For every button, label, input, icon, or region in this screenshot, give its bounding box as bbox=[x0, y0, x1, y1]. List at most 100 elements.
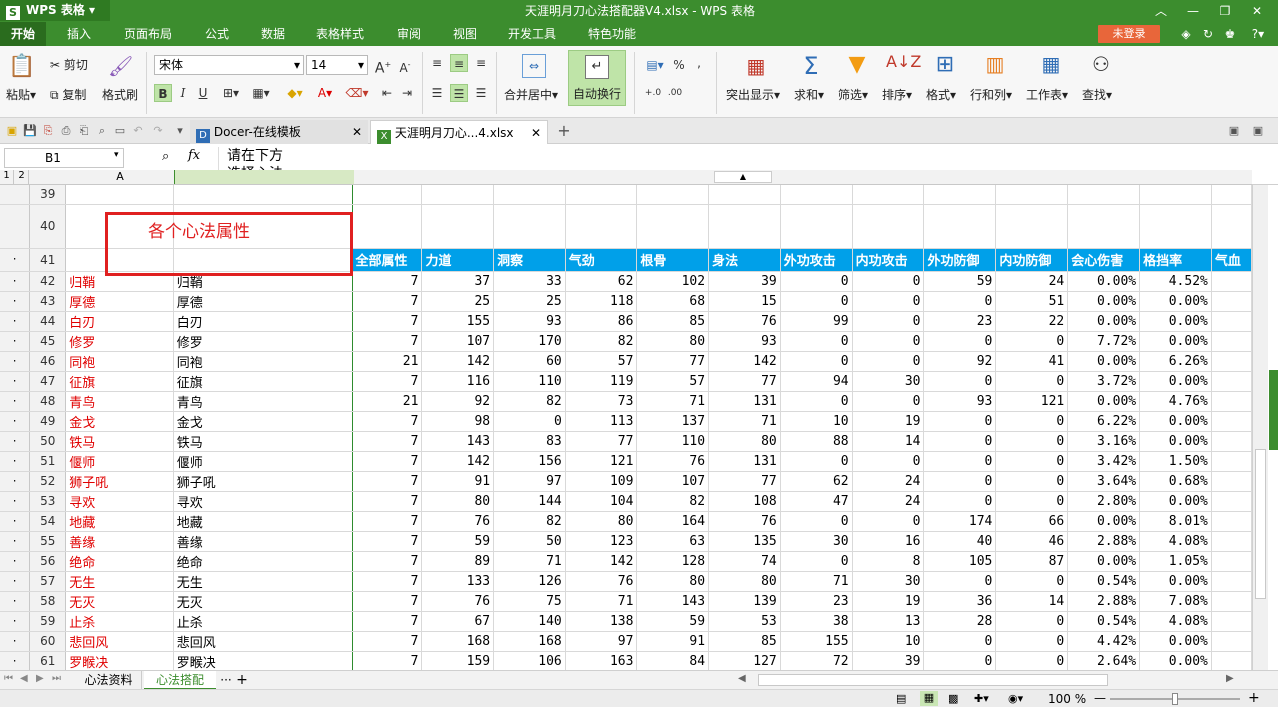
data-cell[interactable]: 7 bbox=[352, 331, 423, 352]
data-cell[interactable]: 0.54% bbox=[1067, 571, 1141, 592]
cell-a[interactable]: 罗睺决 bbox=[65, 651, 174, 670]
increase-font-icon[interactable]: A+ bbox=[374, 56, 392, 77]
cell-a[interactable]: 无生 bbox=[65, 571, 174, 592]
data-cell[interactable]: 0.00% bbox=[1139, 291, 1212, 312]
tab-view[interactable]: 视图 bbox=[442, 22, 488, 46]
data-cell[interactable]: 2.88% bbox=[1067, 591, 1141, 612]
data-cell[interactable]: 7 bbox=[352, 311, 423, 332]
data-cell[interactable]: 6.26% bbox=[1139, 351, 1212, 372]
empty-cell[interactable] bbox=[1211, 571, 1252, 592]
empty-cell[interactable] bbox=[1211, 511, 1252, 532]
tab-data[interactable]: 数据 bbox=[250, 22, 296, 46]
data-cell[interactable]: 7 bbox=[352, 431, 423, 452]
column-title[interactable]: 内功攻击 bbox=[852, 248, 925, 272]
row-header[interactable]: 41 bbox=[29, 248, 67, 272]
skin-icon[interactable]: ◈ bbox=[1178, 26, 1194, 42]
tab-developer[interactable]: 开发工具 bbox=[500, 22, 564, 46]
font-color-icon[interactable]: A▾ bbox=[312, 84, 338, 102]
data-cell[interactable]: 83 bbox=[493, 431, 566, 452]
data-cell[interactable]: 0.00% bbox=[1067, 551, 1141, 572]
data-cell[interactable]: 25 bbox=[493, 291, 566, 312]
data-cell[interactable]: 76 bbox=[708, 311, 781, 332]
empty-cell[interactable] bbox=[995, 185, 1069, 205]
align-right-icon[interactable]: ☰ bbox=[472, 84, 490, 102]
data-cell[interactable]: 168 bbox=[493, 631, 566, 652]
cell-a[interactable]: 同袍 bbox=[65, 351, 174, 372]
outline-marker[interactable]: · bbox=[0, 351, 31, 372]
row-header[interactable]: 45 bbox=[29, 331, 67, 352]
outline-marker[interactable]: · bbox=[0, 291, 31, 312]
close-icon[interactable]: ✕ bbox=[352, 120, 362, 144]
data-cell[interactable]: 60 bbox=[493, 351, 566, 372]
data-cell[interactable]: 0 bbox=[995, 431, 1069, 452]
data-cell[interactable]: 76 bbox=[421, 591, 495, 612]
data-cell[interactable]: 4.76% bbox=[1139, 391, 1212, 412]
cell-b[interactable]: 铁马 bbox=[173, 431, 353, 452]
data-cell[interactable]: 77 bbox=[636, 351, 710, 372]
sort-button[interactable]: 排序▾ bbox=[882, 86, 912, 103]
row-header[interactable]: 40 bbox=[29, 204, 67, 249]
login-button[interactable]: 未登录 bbox=[1098, 25, 1160, 43]
data-cell[interactable]: 2.88% bbox=[1067, 531, 1141, 552]
tab-special-features[interactable]: 特色功能 bbox=[580, 22, 644, 46]
empty-cell[interactable] bbox=[1211, 451, 1252, 472]
undo-icon[interactable]: ↶ bbox=[130, 123, 146, 139]
chevron-down-icon[interactable]: ▾ bbox=[172, 123, 188, 139]
data-cell[interactable]: 0 bbox=[923, 651, 997, 670]
empty-cell[interactable] bbox=[1211, 185, 1252, 205]
scrollbar-thumb[interactable] bbox=[1255, 449, 1266, 599]
decrease-font-icon[interactable]: A- bbox=[396, 56, 414, 75]
cell-a[interactable]: 地藏 bbox=[65, 511, 174, 532]
empty-cell[interactable] bbox=[1211, 591, 1252, 612]
last-sheet-icon[interactable]: ⏭ bbox=[52, 673, 61, 684]
outline-level-1[interactable]: 1 bbox=[0, 170, 14, 184]
data-cell[interactable]: 67 bbox=[421, 611, 495, 632]
data-cell[interactable]: 91 bbox=[636, 631, 710, 652]
data-cell[interactable]: 25 bbox=[421, 291, 495, 312]
protect-eye-icon[interactable]: ◉▾ bbox=[1008, 692, 1023, 705]
data-cell[interactable]: 118 bbox=[565, 291, 638, 312]
outline-marker[interactable] bbox=[0, 185, 31, 205]
font-size-select[interactable]: 14 ▾ bbox=[306, 55, 368, 75]
data-cell[interactable]: 108 bbox=[708, 491, 781, 512]
data-cell[interactable]: 110 bbox=[636, 431, 710, 452]
row-header[interactable]: 60 bbox=[29, 631, 67, 652]
data-cell[interactable]: 7 bbox=[352, 571, 423, 592]
data-cell[interactable]: 0.00% bbox=[1067, 351, 1141, 372]
data-cell[interactable]: 76 bbox=[565, 571, 638, 592]
empty-cell[interactable] bbox=[1211, 204, 1252, 249]
data-cell[interactable]: 24 bbox=[852, 471, 925, 492]
vertical-scrollbar[interactable] bbox=[1252, 185, 1268, 670]
cell-b[interactable]: 征旗 bbox=[173, 371, 353, 392]
cell-a[interactable]: 绝命 bbox=[65, 551, 174, 572]
data-cell[interactable]: 168 bbox=[421, 631, 495, 652]
cell-a[interactable]: 偃师 bbox=[65, 451, 174, 472]
data-cell[interactable]: 1.50% bbox=[1139, 451, 1212, 472]
empty-cell[interactable] bbox=[352, 204, 423, 249]
data-cell[interactable]: 131 bbox=[708, 391, 781, 412]
data-cell[interactable]: 7.72% bbox=[1067, 331, 1141, 352]
cell-a[interactable] bbox=[65, 185, 174, 205]
data-cell[interactable]: 131 bbox=[708, 451, 781, 472]
borders-icon[interactable]: ⊞▾ bbox=[218, 84, 244, 102]
data-cell[interactable]: 123 bbox=[565, 531, 638, 552]
row-header[interactable]: 61 bbox=[29, 651, 67, 670]
data-cell[interactable]: 3.42% bbox=[1067, 451, 1141, 472]
tab-close-all-icon[interactable]: ▣ bbox=[1250, 123, 1266, 139]
outline-marker[interactable]: · bbox=[0, 311, 31, 332]
cell-b[interactable]: 同袍 bbox=[173, 351, 353, 372]
outline-marker[interactable]: · bbox=[0, 491, 31, 512]
outline-marker[interactable]: · bbox=[0, 511, 31, 532]
tab-docer[interactable]: D Docer-在线模板 ✕ bbox=[190, 120, 368, 144]
data-cell[interactable]: 0 bbox=[995, 651, 1069, 670]
empty-cell[interactable] bbox=[995, 204, 1069, 249]
print-icon[interactable]: ⎙ bbox=[58, 123, 74, 139]
data-cell[interactable]: 0 bbox=[852, 331, 925, 352]
fx-icon[interactable]: fx bbox=[188, 148, 200, 163]
wrap-text-button[interactable]: ↵ 自动换行 bbox=[568, 50, 626, 106]
column-header-a[interactable]: A bbox=[66, 170, 174, 184]
tab-insert[interactable]: 插入 bbox=[56, 22, 102, 46]
empty-cell[interactable] bbox=[1139, 185, 1212, 205]
save-icon[interactable]: 💾 bbox=[22, 123, 38, 139]
data-cell[interactable]: 4.42% bbox=[1067, 631, 1141, 652]
